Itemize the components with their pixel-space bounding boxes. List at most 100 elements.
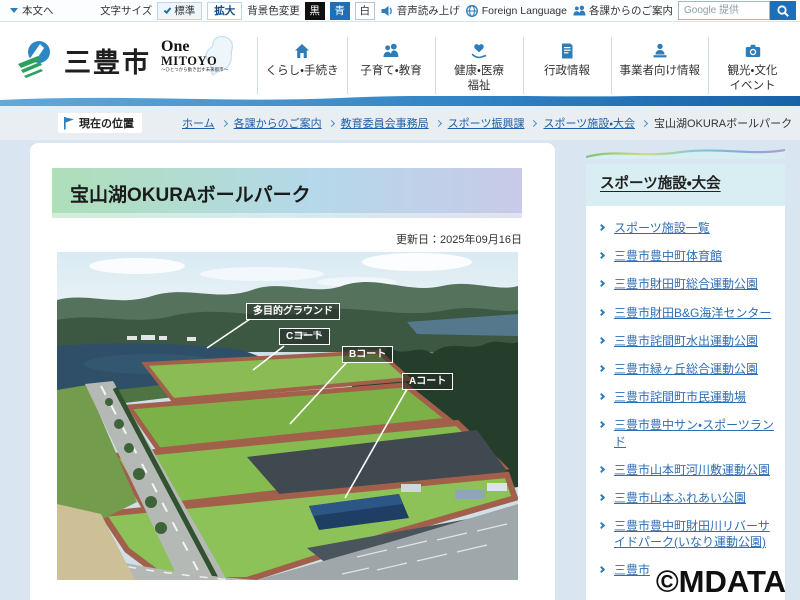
nav-label: 行政情報: [544, 64, 590, 79]
breadcrumb-home[interactable]: ホーム: [182, 115, 215, 131]
breadcrumb-board-of-education[interactable]: 教育委員会事務局: [341, 115, 429, 131]
bg-white-button[interactable]: 白: [355, 2, 375, 20]
brand-mitoyo: MITOYO: [161, 55, 228, 68]
sidebar-item-toyonaka-sun-sports-land[interactable]: 三豊市豊中サン・スポーツランド: [596, 411, 775, 455]
city-logo[interactable]: 三豊市 One MITOYO ～ひとつから動き出す未来都市～: [14, 35, 237, 85]
nav-item-kenko[interactable]: 健康・医療 福祉: [435, 37, 523, 94]
family-icon: [381, 39, 401, 61]
nav-item-kanko[interactable]: 観光・文化 イベント: [708, 37, 796, 94]
watermark: ©MDATA: [656, 564, 786, 600]
flag-icon: [62, 116, 75, 130]
photo-label-court-a: Aコート: [402, 373, 453, 390]
chevron-right-icon: [598, 280, 605, 287]
search-button[interactable]: [770, 1, 796, 20]
sidebar-item-yamamoto-riverbed-park[interactable]: 三豊市山本町河川敷運動公園: [596, 456, 775, 484]
updated-date: 更新日：2025年09月16日: [396, 231, 522, 247]
skip-to-content-link[interactable]: 本文へ: [10, 3, 54, 18]
utility-controls: 文字サイズ 標準 拡大 背景色変更 黒 青 白 音声読み上げ: [100, 1, 796, 20]
triangle-down-icon: [10, 8, 18, 13]
nav-label: 事業者向け情報: [620, 64, 701, 79]
people-icon: [572, 4, 586, 17]
sidebar-header: スポーツ施設・大会: [586, 164, 785, 206]
breadcrumb-bar: 現在の位置 ホーム 各課からのご案内 教育委員会事務局 スポーツ振興課 スポーツ…: [0, 106, 800, 140]
brand-one: One: [161, 39, 228, 55]
chevron-right-icon: [598, 566, 605, 573]
skip-link-label: 本文へ: [22, 3, 54, 18]
nav-label-line2: 福祉: [468, 79, 491, 94]
bg-black-button[interactable]: 黒: [305, 2, 325, 20]
aerial-photo: 多目的グラウンド Cコート Bコート Aコート: [57, 252, 518, 580]
sidebar-item-yamamoto-fureai-park[interactable]: 三豊市山本ふれあい公園: [596, 484, 775, 512]
sidebar-link: 三豊市財田B&G海洋センター: [614, 306, 771, 320]
chevron-right-icon: [641, 119, 648, 126]
foreign-language-link[interactable]: Foreign Language: [465, 4, 567, 18]
aerial-photo-illustration: [57, 252, 518, 580]
chevron-right-icon: [221, 119, 228, 126]
current-location-chip: 現在の位置: [58, 113, 142, 133]
departments-link[interactable]: 各課からのご案内: [572, 3, 673, 18]
photo-label-multipurpose-ground: 多目的グラウンド: [246, 303, 340, 320]
sidebar-item-saita-bg-marine-center[interactable]: 三豊市財田B&G海洋センター: [596, 299, 775, 327]
breadcrumb-sports-facilities[interactable]: スポーツ施設・大会: [543, 115, 635, 131]
sidebar-item-takuma-citizens-ground[interactable]: 三豊市詫間町市民運動場: [596, 383, 775, 411]
sidebar-sports-facilities: スポーツ施設・大会 スポーツ施設一覧 三豊市豊中町体育館 三豊市財田町総合運動公…: [586, 146, 785, 600]
font-large-button[interactable]: 拡大: [207, 2, 242, 20]
chevron-right-icon: [598, 522, 605, 529]
brand-tagline: ～ひとつから動き出す未来都市～: [161, 68, 228, 73]
sidebar-item-takuma-mizushi-park[interactable]: 三豊市詫間町水出運動公園: [596, 327, 775, 355]
sidebar-item-saitagawa-riverside-park[interactable]: 三豊市豊中町財田川リバーサイドパーク(いなり運動公園): [596, 512, 775, 556]
nav-item-kurashi[interactable]: くらし・手続き: [257, 37, 347, 94]
current-location-label: 現在の位置: [79, 115, 134, 131]
globe-icon: [465, 4, 479, 18]
breadcrumb: ホーム 各課からのご案内 教育委員会事務局 スポーツ振興課 スポーツ施設・大会 …: [182, 115, 792, 131]
sidebar-link: 三豊市財田町総合運動公園: [614, 277, 758, 291]
page: 本文へ 文字サイズ 標準 拡大 背景色変更 黒 青 白 音声読み上げ: [0, 0, 800, 600]
nav-item-jigyosha[interactable]: 事業者向け情報: [611, 37, 709, 94]
chevron-right-icon: [598, 365, 605, 372]
chevron-right-icon: [328, 119, 335, 126]
font-standard-label: 標準: [174, 3, 195, 18]
camera-icon: [743, 39, 763, 61]
nav-label: くらし・手続き: [266, 64, 339, 79]
font-standard-button[interactable]: 標準: [157, 2, 202, 20]
global-nav: くらし・手続き 子育て・教育 健康・医療: [257, 37, 796, 94]
chevron-right-icon: [435, 119, 442, 126]
sidebar-item-facility-list[interactable]: スポーツ施設一覧: [596, 214, 775, 242]
breadcrumb-departments[interactable]: 各課からのご案内: [234, 115, 322, 131]
speech-readout-link[interactable]: 音声読み上げ: [380, 3, 460, 18]
speech-label: 音声読み上げ: [397, 3, 460, 18]
chevron-right-icon: [598, 466, 605, 473]
photo-label-court-b: Bコート: [342, 346, 393, 363]
sidebar-title[interactable]: スポーツ施設・大会: [600, 176, 721, 192]
site-header: 三豊市 One MITOYO ～ひとつから動き出す未来都市～ くらし・手続き: [0, 22, 800, 96]
sidebar-item-midorigaoka-park[interactable]: 三豊市緑ヶ丘総合運動公園: [596, 355, 775, 383]
chevron-right-icon: [598, 494, 605, 501]
sidebar-link: 三豊市山本町河川敷運動公園: [614, 463, 770, 477]
breadcrumb-sports-division[interactable]: スポーツ振興課: [448, 115, 525, 131]
document-icon: [557, 39, 577, 61]
site-search: [678, 1, 796, 20]
heart-hand-icon: [469, 39, 489, 61]
nav-label: 子育て・教育: [360, 64, 421, 79]
nav-item-gyosei[interactable]: 行政情報: [523, 37, 611, 94]
sidebar-link: スポーツ施設一覧: [614, 221, 710, 235]
nav-label: 健康・医療: [454, 64, 504, 79]
search-input[interactable]: [678, 1, 770, 20]
sidebar-item-toyonaka-gym[interactable]: 三豊市豊中町体育館: [596, 242, 775, 270]
check-icon: [164, 6, 172, 14]
foreign-language-label: Foreign Language: [482, 5, 567, 17]
sidebar-item-saita-sports-park[interactable]: 三豊市財田町総合運動公園: [596, 270, 775, 298]
sidebar-link: 三豊市詫間町水出運動公園: [614, 334, 758, 348]
nav-label-line2: イベント: [730, 79, 776, 94]
sidebar-link: 三豊市詫間町市民運動場: [614, 390, 746, 404]
chevron-right-icon: [598, 337, 605, 344]
bg-blue-button[interactable]: 青: [330, 2, 350, 20]
home-icon: [292, 39, 312, 61]
chevron-right-icon: [598, 224, 605, 231]
nav-item-kosodate[interactable]: 子育て・教育: [347, 37, 435, 94]
sidebar-link: 三豊市緑ヶ丘総合運動公園: [614, 362, 758, 376]
sidebar-wave-decoration: [586, 146, 785, 159]
mitoyo-logo-mark-icon: [14, 39, 56, 81]
font-size-label: 文字サイズ: [100, 3, 152, 18]
brand-text: One MITOYO ～ひとつから動き出す未来都市～: [161, 39, 228, 72]
